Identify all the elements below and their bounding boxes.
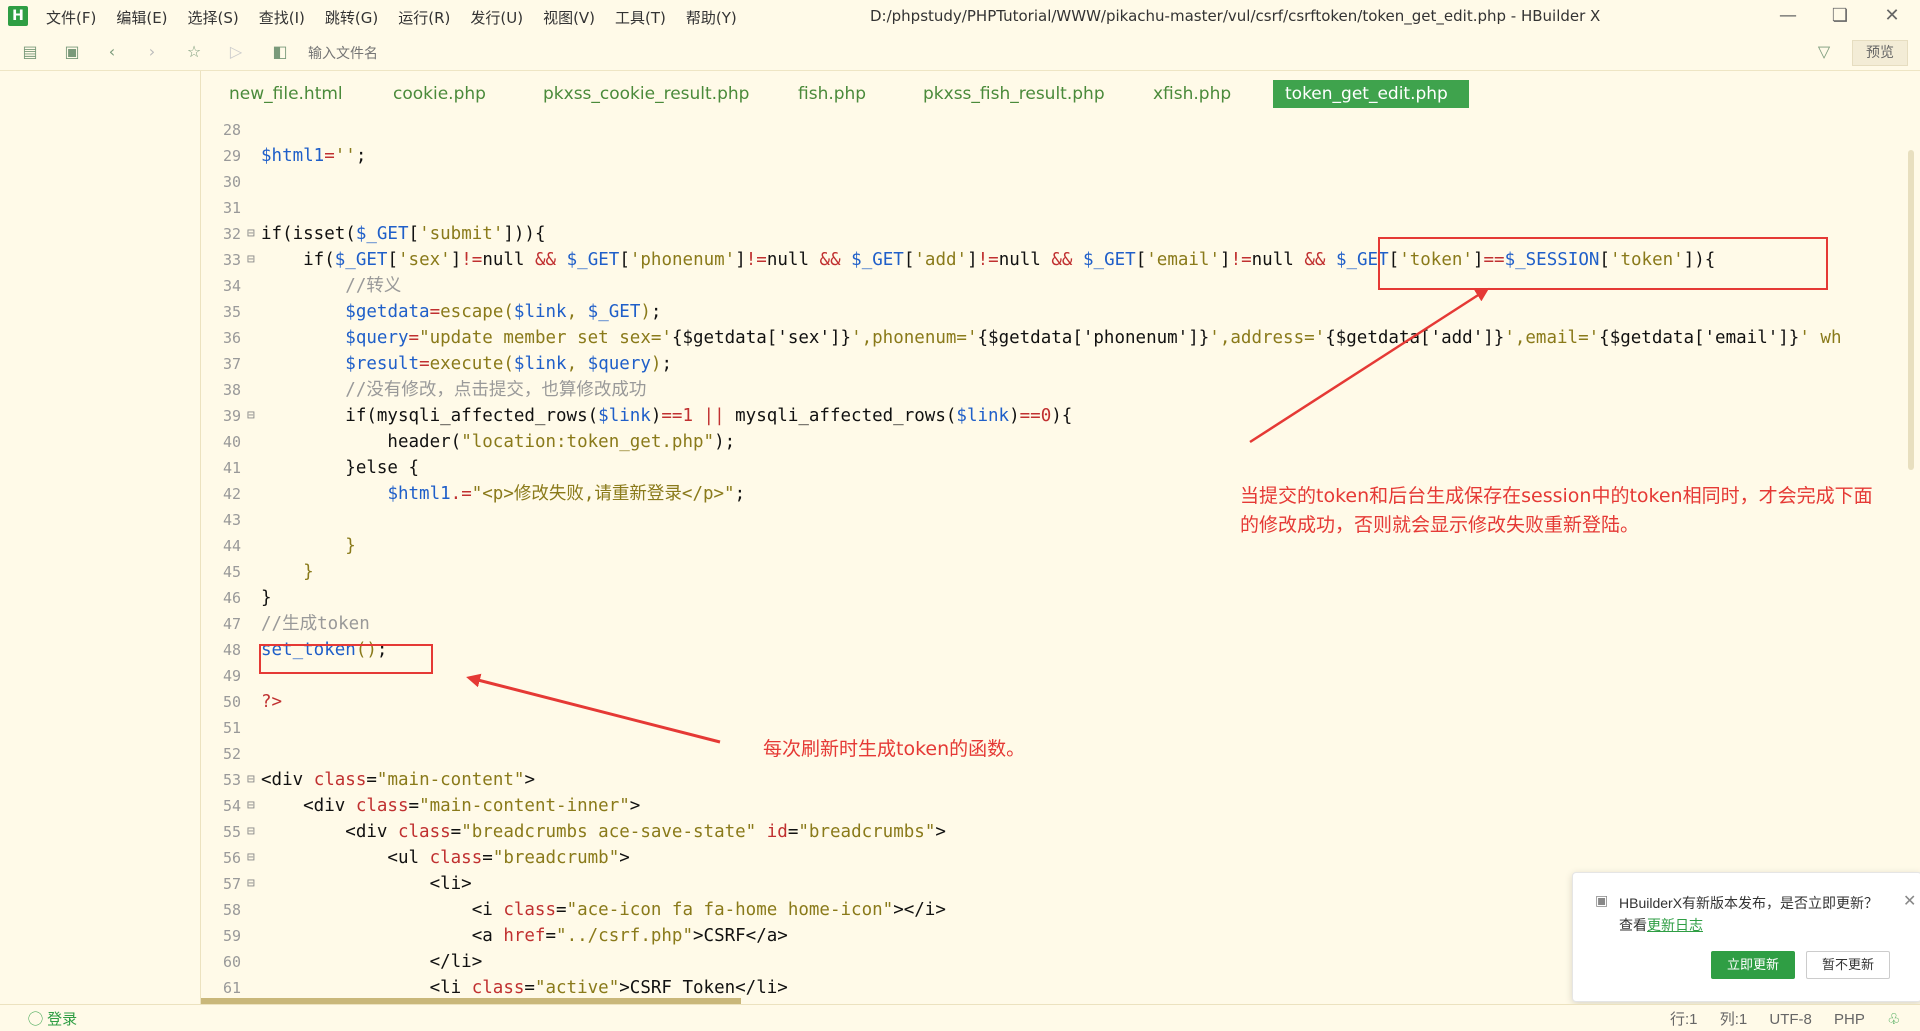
set-token-annotation-note: 每次刷新时生成token的函数。 — [763, 738, 1026, 760]
bell-icon[interactable]: ♧ — [1887, 1011, 1900, 1028]
encoding-indicator[interactable]: UTF-8 — [1769, 1011, 1812, 1028]
arrow-to-set-token — [466, 673, 721, 744]
token-annotation-line2: 的修改成功，否则就会显示修改失败重新登陆。 — [1240, 514, 1640, 536]
close-notification-icon[interactable]: ✕ — [1903, 891, 1916, 910]
language-indicator[interactable]: PHP — [1834, 1011, 1865, 1028]
update-notification: ▣ HBuilderX有新版本发布，是否立即更新？ 查看更新日志 ✕ 立即更新 … — [1572, 872, 1920, 1002]
login-link[interactable]: ◯ 登录 — [28, 1008, 77, 1029]
changelog-link[interactable]: 更新日志 — [1647, 917, 1703, 933]
update-now-button[interactable]: 立即更新 — [1711, 951, 1795, 979]
token-annotation-note: 当提交的token和后台生成保存在session中的token相同时，才会完成下… — [1240, 482, 1920, 540]
update-later-button[interactable]: 暂不更新 — [1806, 951, 1890, 979]
update-message: HBuilderX有新版本发布，是否立即更新？ — [1619, 895, 1879, 911]
view-prefix: 查看 — [1619, 917, 1647, 933]
vertical-scrollbar[interactable] — [1908, 150, 1914, 470]
login-label: 登录 — [47, 1011, 78, 1028]
status-bar: ◯ 登录 行:1 列:1 UTF-8 PHP ♧ — [0, 1004, 1920, 1031]
message-icon: ▣ — [1595, 893, 1609, 909]
token-annotation-line1: 当提交的token和后台生成保存在session中的token相同时，才会完成下… — [1240, 485, 1873, 507]
cursor-col: 列:1 — [1719, 1011, 1748, 1028]
arrow-to-token-compare — [1249, 287, 1490, 444]
update-sub-message: 查看更新日志 — [1619, 915, 1703, 935]
status-info: 行:1 列:1 UTF-8 PHP ♧ — [1670, 1008, 1919, 1029]
cursor-row: 行:1 — [1670, 1011, 1698, 1028]
